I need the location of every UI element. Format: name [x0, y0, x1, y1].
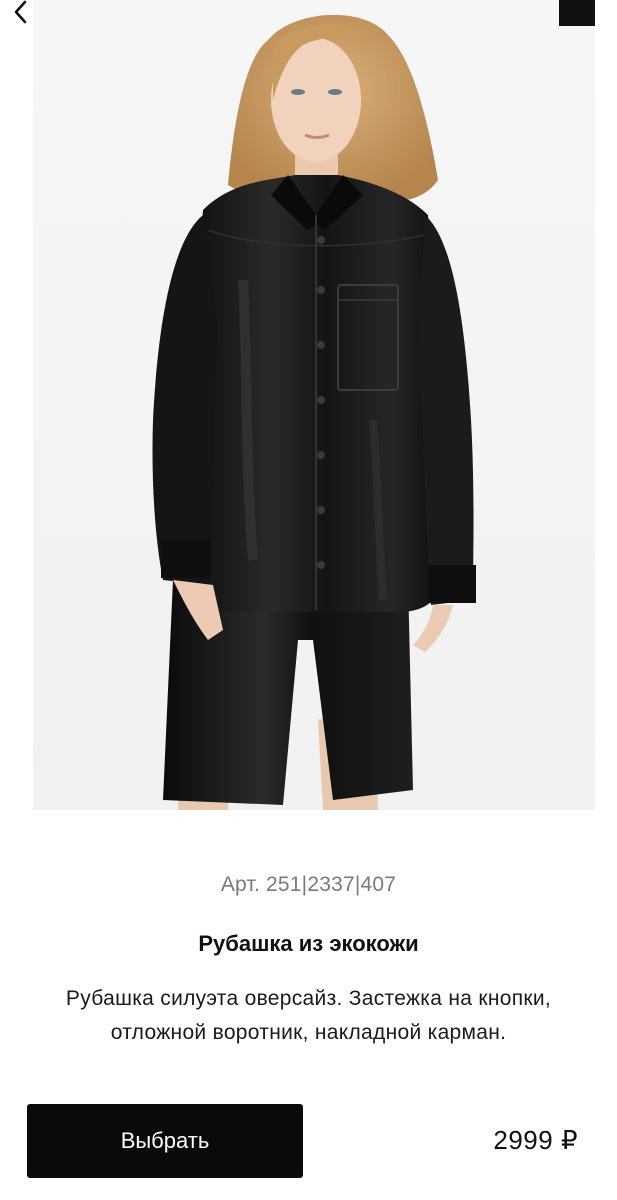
model-illustration	[152, 14, 476, 810]
chevron-left-icon	[14, 0, 27, 24]
select-button-label: Выбрать	[120, 1128, 210, 1153]
article-number: Арт. 251|2337|407	[220, 873, 397, 896]
back-button[interactable]	[6, 0, 36, 26]
select-button[interactable]: Выбрать	[27, 1104, 303, 1178]
product-price: 2999 ₽	[493, 1125, 578, 1155]
product-photo	[33, 0, 595, 810]
product-title: Рубашка из экокожи	[198, 931, 419, 956]
menu-square-button[interactable]	[559, 0, 595, 26]
product-description: Рубашка силуэта оверсайз. Застежка на кн…	[65, 987, 552, 1044]
